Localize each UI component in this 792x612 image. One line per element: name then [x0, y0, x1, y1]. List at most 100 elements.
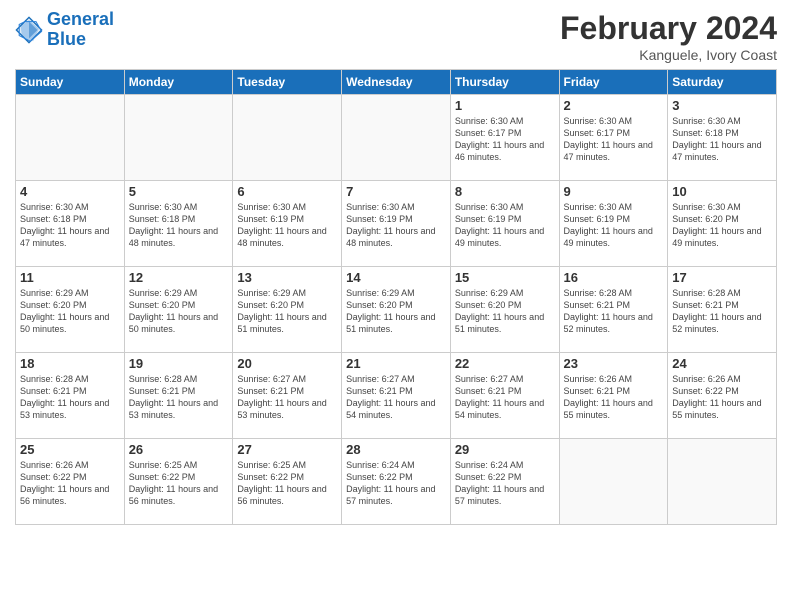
col-wednesday: Wednesday — [342, 70, 451, 95]
day-info: Sunrise: 6:29 AM Sunset: 6:20 PM Dayligh… — [455, 287, 555, 336]
calendar-cell: 24Sunrise: 6:26 AM Sunset: 6:22 PM Dayli… — [668, 353, 777, 439]
calendar-cell: 10 Sunrise: 6:30 AM Sunset: 6:20 PM Dayli… — [668, 181, 777, 267]
calendar-cell: 26Sunrise: 6:25 AM Sunset: 6:22 PM Dayli… — [124, 439, 233, 525]
calendar-week-0: 1 Sunrise: 6:30 AM Sunset: 6:17 PM Daylig… — [16, 95, 777, 181]
day-number: 4 — [20, 184, 120, 199]
day-info: Sunrise: 6:30 AM Sunset: 6:17 PM Dayligh… — [455, 115, 555, 164]
day-info: Sunrise: 6:30 AM Sunset: 6:19 PM Dayligh… — [564, 201, 664, 250]
header: General Blue February 2024 Kanguele, Ivo… — [15, 10, 777, 63]
day-info: Sunrise: 6:24 AM Sunset: 6:22 PM Dayligh… — [346, 459, 446, 508]
day-number: 13 — [237, 270, 337, 285]
calendar-cell: 1 Sunrise: 6:30 AM Sunset: 6:17 PM Daylig… — [450, 95, 559, 181]
col-friday: Friday — [559, 70, 668, 95]
day-number: 23 — [564, 356, 664, 371]
calendar-table: Sunday Monday Tuesday Wednesday Thursday… — [15, 69, 777, 525]
col-monday: Monday — [124, 70, 233, 95]
day-number: 9 — [564, 184, 664, 199]
subtitle: Kanguele, Ivory Coast — [560, 47, 777, 63]
calendar-cell: 16 Sunrise: 6:28 AM Sunset: 6:21 PM Dayli… — [559, 267, 668, 353]
day-number: 21 — [346, 356, 446, 371]
day-info: Sunrise: 6:30 AM Sunset: 6:20 PM Dayligh… — [672, 201, 772, 250]
calendar-cell: 23 Sunrise: 6:26 AM Sunset: 6:21 PM Dayli… — [559, 353, 668, 439]
calendar-week-2: 11Sunrise: 6:29 AM Sunset: 6:20 PM Dayli… — [16, 267, 777, 353]
calendar-cell: 13 Sunrise: 6:29 AM Sunset: 6:20 PM Dayli… — [233, 267, 342, 353]
page: General Blue February 2024 Kanguele, Ivo… — [0, 0, 792, 612]
day-number: 10 — [672, 184, 772, 199]
day-info: Sunrise: 6:26 AM Sunset: 6:22 PM Dayligh… — [20, 459, 120, 508]
day-info: Sunrise: 6:25 AM Sunset: 6:22 PM Dayligh… — [129, 459, 229, 508]
day-number: 28 — [346, 442, 446, 457]
day-info: Sunrise: 6:29 AM Sunset: 6:20 PM Dayligh… — [346, 287, 446, 336]
day-info: Sunrise: 6:29 AM Sunset: 6:20 PM Dayligh… — [129, 287, 229, 336]
day-info: Sunrise: 6:26 AM Sunset: 6:21 PM Dayligh… — [564, 373, 664, 422]
day-number: 19 — [129, 356, 229, 371]
day-info: Sunrise: 6:27 AM Sunset: 6:21 PM Dayligh… — [237, 373, 337, 422]
calendar-week-1: 4 Sunrise: 6:30 AM Sunset: 6:18 PM Daylig… — [16, 181, 777, 267]
logo: General Blue — [15, 10, 114, 50]
day-number: 7 — [346, 184, 446, 199]
day-number: 12 — [129, 270, 229, 285]
calendar-cell: 12 Sunrise: 6:29 AM Sunset: 6:20 PM Dayli… — [124, 267, 233, 353]
day-number: 2 — [564, 98, 664, 113]
day-number: 5 — [129, 184, 229, 199]
calendar-week-4: 25Sunrise: 6:26 AM Sunset: 6:22 PM Dayli… — [16, 439, 777, 525]
day-number: 20 — [237, 356, 337, 371]
day-info: Sunrise: 6:29 AM Sunset: 6:20 PM Dayligh… — [237, 287, 337, 336]
day-info: Sunrise: 6:30 AM Sunset: 6:19 PM Dayligh… — [237, 201, 337, 250]
col-thursday: Thursday — [450, 70, 559, 95]
logo-line2: Blue — [47, 30, 114, 50]
day-info: Sunrise: 6:30 AM Sunset: 6:18 PM Dayligh… — [672, 115, 772, 164]
col-saturday: Saturday — [668, 70, 777, 95]
calendar-cell: 11Sunrise: 6:29 AM Sunset: 6:20 PM Dayli… — [16, 267, 125, 353]
calendar-cell — [668, 439, 777, 525]
day-info: Sunrise: 6:30 AM Sunset: 6:19 PM Dayligh… — [346, 201, 446, 250]
day-info: Sunrise: 6:24 AM Sunset: 6:22 PM Dayligh… — [455, 459, 555, 508]
calendar-header-row: Sunday Monday Tuesday Wednesday Thursday… — [16, 70, 777, 95]
day-number: 24 — [672, 356, 772, 371]
day-number: 1 — [455, 98, 555, 113]
calendar-cell: 19 Sunrise: 6:28 AM Sunset: 6:21 PM Dayli… — [124, 353, 233, 439]
calendar-cell: 17Sunrise: 6:28 AM Sunset: 6:21 PM Dayli… — [668, 267, 777, 353]
main-title: February 2024 — [560, 10, 777, 47]
calendar-cell: 4Sunrise: 6:30 AM Sunset: 6:18 PM Daylig… — [16, 181, 125, 267]
calendar-cell: 20 Sunrise: 6:27 AM Sunset: 6:21 PM Dayli… — [233, 353, 342, 439]
day-number: 8 — [455, 184, 555, 199]
calendar-cell: 9 Sunrise: 6:30 AM Sunset: 6:19 PM Daylig… — [559, 181, 668, 267]
day-number: 6 — [237, 184, 337, 199]
calendar-cell: 27 Sunrise: 6:25 AM Sunset: 6:22 PM Dayli… — [233, 439, 342, 525]
day-number: 17 — [672, 270, 772, 285]
day-number: 27 — [237, 442, 337, 457]
logo-line1: General — [47, 10, 114, 30]
calendar-cell: 7 Sunrise: 6:30 AM Sunset: 6:19 PM Daylig… — [342, 181, 451, 267]
calendar-cell — [124, 95, 233, 181]
day-number: 18 — [20, 356, 120, 371]
col-tuesday: Tuesday — [233, 70, 342, 95]
calendar-cell: 25Sunrise: 6:26 AM Sunset: 6:22 PM Dayli… — [16, 439, 125, 525]
calendar-cell — [16, 95, 125, 181]
calendar-cell — [233, 95, 342, 181]
calendar-cell: 22 Sunrise: 6:27 AM Sunset: 6:21 PM Dayli… — [450, 353, 559, 439]
day-info: Sunrise: 6:27 AM Sunset: 6:21 PM Dayligh… — [346, 373, 446, 422]
day-info: Sunrise: 6:28 AM Sunset: 6:21 PM Dayligh… — [129, 373, 229, 422]
day-number: 16 — [564, 270, 664, 285]
calendar-cell: 15 Sunrise: 6:29 AM Sunset: 6:20 PM Dayli… — [450, 267, 559, 353]
day-number: 15 — [455, 270, 555, 285]
day-number: 14 — [346, 270, 446, 285]
day-info: Sunrise: 6:28 AM Sunset: 6:21 PM Dayligh… — [564, 287, 664, 336]
calendar-cell — [559, 439, 668, 525]
calendar-cell: 21 Sunrise: 6:27 AM Sunset: 6:21 PM Dayli… — [342, 353, 451, 439]
day-info: Sunrise: 6:30 AM Sunset: 6:19 PM Dayligh… — [455, 201, 555, 250]
day-info: Sunrise: 6:29 AM Sunset: 6:20 PM Dayligh… — [20, 287, 120, 336]
calendar-cell: 6 Sunrise: 6:30 AM Sunset: 6:19 PM Daylig… — [233, 181, 342, 267]
calendar-cell: 14 Sunrise: 6:29 AM Sunset: 6:20 PM Dayli… — [342, 267, 451, 353]
calendar-cell: 18 Sunrise: 6:28 AM Sunset: 6:21 PM Dayli… — [16, 353, 125, 439]
day-info: Sunrise: 6:27 AM Sunset: 6:21 PM Dayligh… — [455, 373, 555, 422]
day-number: 22 — [455, 356, 555, 371]
calendar-cell: 5 Sunrise: 6:30 AM Sunset: 6:18 PM Daylig… — [124, 181, 233, 267]
col-sunday: Sunday — [16, 70, 125, 95]
day-info: Sunrise: 6:30 AM Sunset: 6:18 PM Dayligh… — [129, 201, 229, 250]
logo-text-block: General Blue — [47, 10, 114, 50]
day-info: Sunrise: 6:28 AM Sunset: 6:21 PM Dayligh… — [20, 373, 120, 422]
day-info: Sunrise: 6:25 AM Sunset: 6:22 PM Dayligh… — [237, 459, 337, 508]
title-block: February 2024 Kanguele, Ivory Coast — [560, 10, 777, 63]
